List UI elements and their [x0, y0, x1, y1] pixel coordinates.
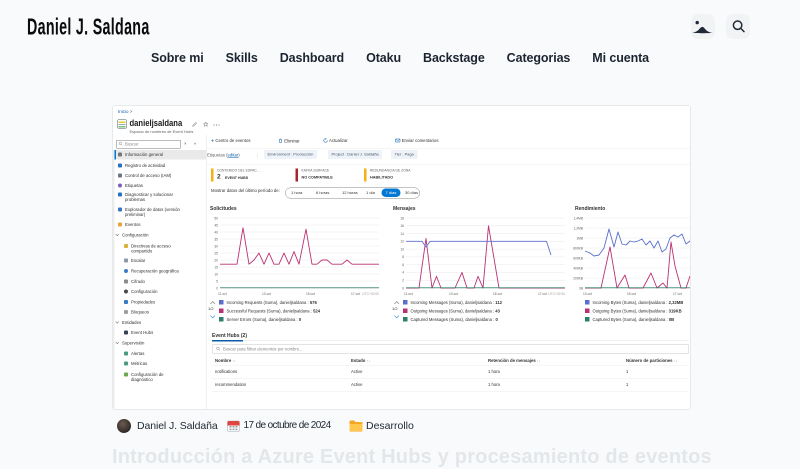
svg-text:6: 6: [402, 263, 404, 267]
svg-text:13 oct: 13 oct: [583, 292, 592, 296]
svg-text:40: 40: [214, 230, 218, 234]
svg-text:10: 10: [214, 272, 218, 276]
svg-text:UTC+02:00: UTC+02:00: [548, 292, 565, 296]
svg-text:UTC+02:00: UTC+02:00: [362, 292, 379, 296]
svg-text:17 oct: 17 oct: [351, 292, 360, 296]
svg-text:400KB: 400KB: [573, 266, 583, 270]
svg-text:17 oct: 17 oct: [538, 292, 547, 296]
svg-text:11 oct: 11 oct: [404, 292, 413, 296]
svg-text:50: 50: [214, 216, 218, 220]
svg-text:25: 25: [214, 251, 218, 255]
svg-text:4: 4: [402, 271, 404, 275]
svg-text:13 oct: 13 oct: [449, 292, 458, 296]
svg-text:45: 45: [214, 223, 218, 227]
svg-text:20: 20: [214, 258, 218, 262]
svg-text:11 oct: 11 oct: [218, 292, 227, 296]
svg-text:5: 5: [216, 279, 218, 283]
svg-text:0: 0: [402, 286, 404, 290]
svg-text:1,4MB: 1,4MB: [574, 216, 583, 220]
svg-text:16: 16: [400, 224, 404, 228]
svg-text:0B: 0B: [579, 286, 583, 290]
svg-text:17 oct: 17 oct: [673, 292, 682, 296]
svg-text:30: 30: [214, 244, 218, 248]
svg-text:10: 10: [400, 247, 404, 251]
svg-text:8: 8: [402, 255, 404, 259]
svg-text:600KB: 600KB: [573, 256, 583, 260]
svg-text:15 oct: 15 oct: [493, 292, 502, 296]
svg-text:1,2MB: 1,2MB: [574, 226, 583, 230]
svg-text:15: 15: [214, 265, 218, 269]
svg-text:200KB: 200KB: [573, 276, 583, 280]
svg-text:18: 18: [400, 216, 404, 220]
svg-text:13 oct: 13 oct: [262, 292, 271, 296]
svg-text:14: 14: [400, 232, 404, 236]
svg-text:12: 12: [400, 240, 404, 244]
svg-text:35: 35: [214, 237, 218, 241]
svg-text:0: 0: [216, 286, 218, 290]
svg-text:2: 2: [402, 278, 404, 282]
svg-text:15 oct: 15 oct: [627, 292, 636, 296]
svg-text:800KB: 800KB: [573, 246, 583, 250]
svg-text:1MB: 1MB: [576, 236, 583, 240]
svg-text:15 oct: 15 oct: [306, 292, 315, 296]
